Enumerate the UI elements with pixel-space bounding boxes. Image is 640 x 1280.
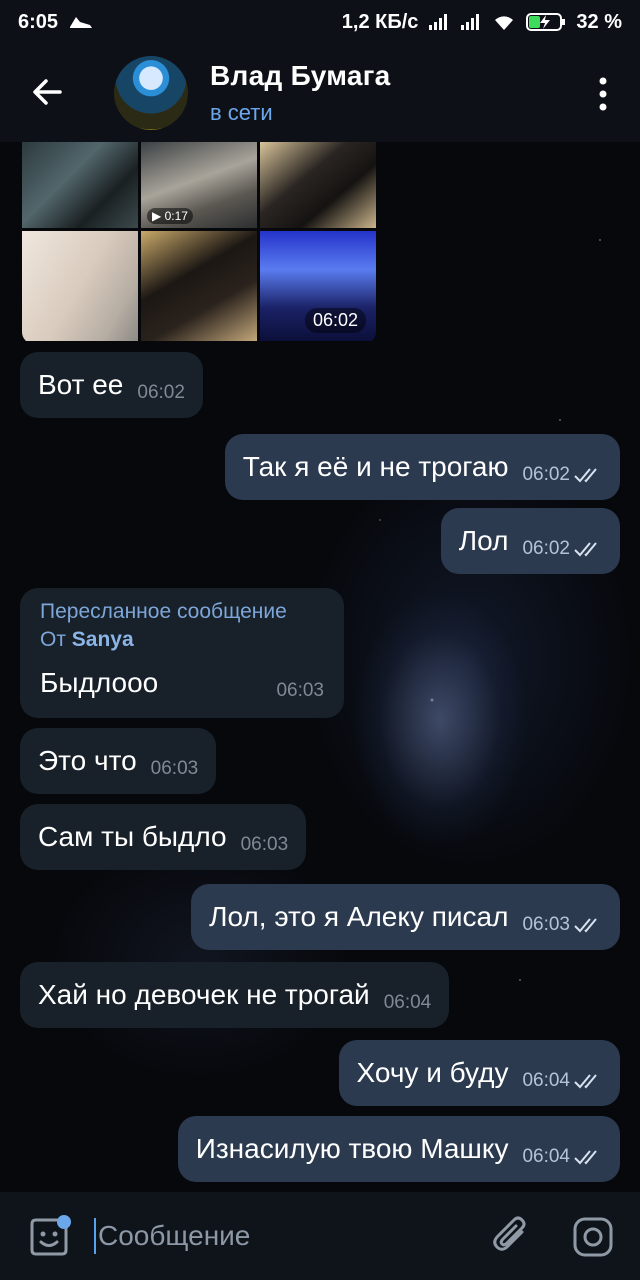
contact-name[interactable]: Влад Бумага (210, 60, 391, 92)
message-time: 06:03 (276, 680, 324, 701)
media-video[interactable]: ▶ 0:17 (141, 142, 257, 228)
media-photo[interactable]: 06:02 (260, 231, 376, 341)
message-time: 06:02 (137, 382, 185, 403)
avatar[interactable] (114, 56, 188, 130)
status-bar: 6:05 1,2 КБ/с 32 % (0, 0, 640, 44)
message-incoming[interactable]: Вот ее 06:02 (20, 352, 203, 418)
video-duration: ▶ 0:17 (147, 208, 193, 224)
message-incoming[interactable]: Это что 06:03 (20, 728, 217, 794)
message-time: 06:02 (522, 464, 570, 485)
sticker-icon[interactable] (26, 1214, 72, 1260)
message-text: Хай но девочек не трогай (38, 979, 370, 1010)
message-composer: Сообщение (0, 1192, 640, 1280)
signal-icon (461, 14, 480, 30)
double-check-icon (574, 1074, 597, 1089)
message-time: 06:02 (304, 308, 366, 333)
message-text: Сам ты быдло (38, 821, 227, 852)
message-text: Так я её и не трогаю (242, 451, 509, 482)
message-time: 06:04 (522, 1070, 570, 1091)
message-time: 06:03 (150, 758, 199, 779)
media-album[interactable]: ▶ 0:17 06:02 (22, 142, 376, 344)
forwarded-label: Пересланное сообщение (40, 600, 287, 623)
battery-charging-icon (526, 13, 566, 31)
more-vertical-icon[interactable] (598, 76, 608, 112)
message-time: 06:04 (383, 992, 432, 1013)
sneaker-icon (70, 17, 93, 28)
message-outgoing[interactable]: Лол 06:02 (440, 508, 620, 574)
camera-icon[interactable] (572, 1216, 614, 1258)
double-check-icon (574, 918, 597, 933)
message-forwarded[interactable]: Пересланное сообщение От Sanya Быдлооо 0… (20, 588, 344, 718)
double-check-icon (574, 1150, 597, 1165)
media-photo[interactable] (22, 142, 138, 228)
message-time: 06:03 (240, 834, 289, 855)
media-photo[interactable] (22, 231, 138, 341)
message-text: Лол, это я Алеку писал (209, 901, 509, 932)
message-text: Быдлооо (40, 667, 159, 698)
status-time: 6:05 (18, 10, 59, 33)
media-photo[interactable] (260, 142, 376, 228)
message-incoming[interactable]: Хай но девочек не трогай 06:04 (20, 962, 450, 1028)
message-text: Лол (458, 525, 509, 556)
message-input[interactable]: Сообщение (94, 1218, 250, 1254)
message-text: Это что (38, 745, 137, 776)
message-outgoing[interactable]: Хочу и буду 06:04 (338, 1040, 620, 1106)
signal-icon (429, 14, 448, 30)
chat-header: Влад Бумага в сети (0, 44, 640, 142)
double-check-icon (574, 542, 597, 557)
forwarded-from[interactable]: От Sanya (40, 626, 134, 654)
media-photo[interactable] (141, 231, 257, 341)
message-time: 06:04 (522, 1146, 570, 1167)
battery-level: 32 % (576, 10, 622, 33)
message-time: 06:02 (522, 538, 570, 559)
paperclip-icon[interactable] (492, 1214, 532, 1258)
message-outgoing[interactable]: Так я её и не трогаю 06:02 (224, 434, 620, 500)
double-check-icon (574, 468, 597, 483)
message-outgoing[interactable]: Изнасилую твою Машку 06:04 (177, 1116, 620, 1182)
message-text: Хочу и буду (356, 1057, 509, 1088)
network-speed: 1,2 КБ/с (341, 10, 419, 33)
message-text: Вот ее (38, 369, 124, 400)
message-incoming[interactable]: Сам ты быдло 06:03 (20, 804, 307, 870)
message-time: 06:03 (522, 914, 570, 935)
message-text: Изнасилую твою Машку (195, 1133, 509, 1164)
contact-status: в сети (210, 100, 273, 125)
message-outgoing[interactable]: Лол, это я Алеку писал 06:03 (191, 884, 620, 950)
arrow-left-icon[interactable] (30, 74, 66, 110)
wifi-icon (495, 16, 514, 30)
